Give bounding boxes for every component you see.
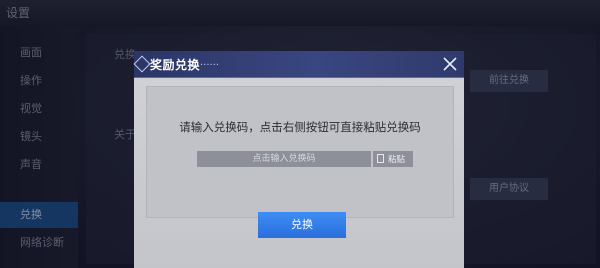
- title-decoration: ......: [200, 57, 220, 68]
- paste-button[interactable]: 粘贴: [373, 151, 413, 167]
- dialog-content-panel: 请输入兑换码，点击右侧按钮可直接粘贴兑换码 粘贴: [146, 86, 454, 218]
- paste-label: 粘贴: [388, 155, 406, 165]
- game-screen: 设置 画面 操作 视觉 镜头 声音 兑换 网络诊断 兑换 关于 前往兑换 用户协…: [0, 0, 600, 268]
- clipboard-icon: [377, 154, 384, 163]
- dialog-header: 奖励兑换 ......: [133, 51, 464, 78]
- redeem-code-input[interactable]: [197, 151, 371, 167]
- diamond-icon: [133, 55, 151, 73]
- dialog-title: 奖励兑换: [150, 58, 201, 72]
- close-icon: [443, 57, 457, 71]
- instruction-text: 请输入兑换码，点击右侧按钮可直接粘贴兑换码: [179, 120, 421, 134]
- close-button[interactable]: [440, 54, 460, 74]
- reward-redeem-dialog: 奖励兑换 ...... 请输入兑换码，点击右侧按钮可直接粘贴兑换码 粘贴 兑换: [133, 51, 464, 268]
- dialog-body: 请输入兑换码，点击右侧按钮可直接粘贴兑换码 粘贴 兑换: [134, 78, 464, 268]
- redeem-button[interactable]: 兑换: [258, 212, 346, 238]
